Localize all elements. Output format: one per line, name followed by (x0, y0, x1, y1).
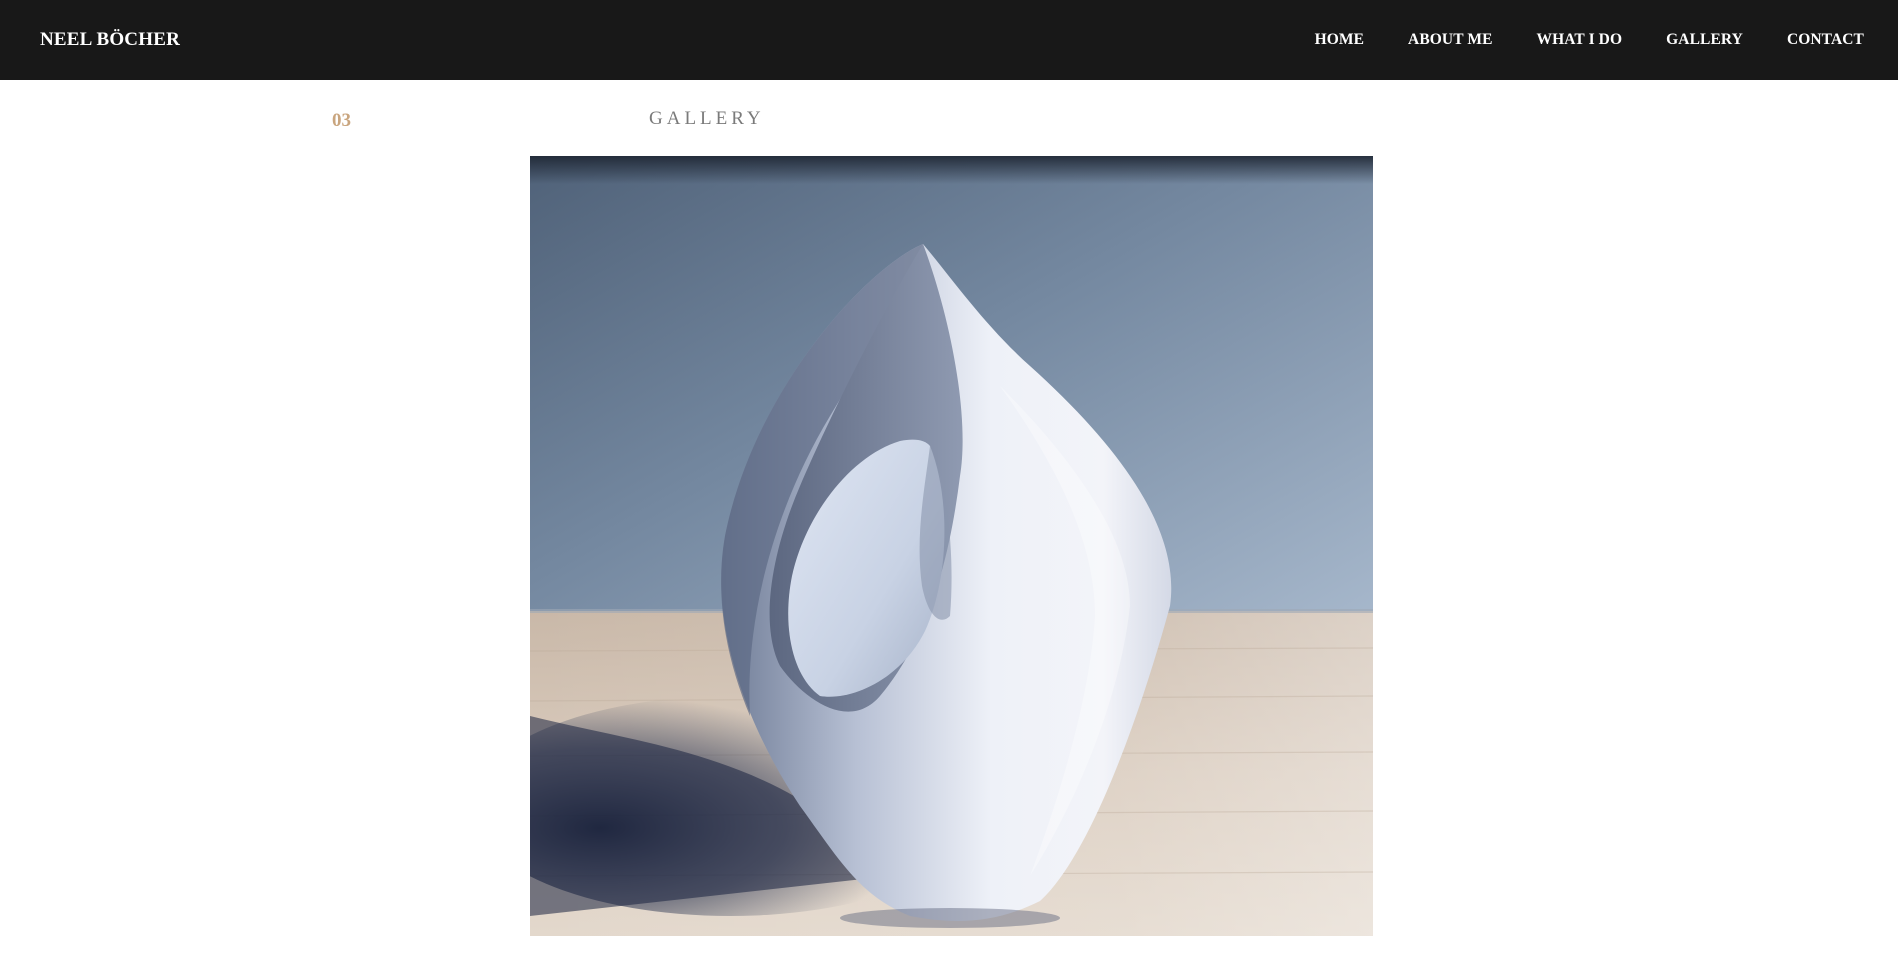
nav-item-gallery: GALLERY (1666, 31, 1743, 49)
nav-link-contact[interactable]: CONTACT (1787, 31, 1864, 48)
section-title: GALLERY (649, 108, 765, 129)
nav-item-home: HOME (1315, 31, 1364, 49)
sculpture-photo (530, 156, 1373, 936)
nav-item-about: ABOUT ME (1408, 31, 1492, 49)
nav-link-home[interactable]: HOME (1315, 31, 1364, 48)
nav-link-gallery[interactable]: GALLERY (1666, 31, 1743, 48)
nav-item-what-i-do: WHAT I DO (1537, 31, 1623, 49)
brand-logo[interactable]: NEEL BÖCHER (40, 0, 180, 80)
nav-link-about[interactable]: ABOUT ME (1408, 31, 1492, 48)
nav-item-contact: CONTACT (1787, 31, 1864, 49)
gallery-image-sculpture[interactable] (530, 156, 1373, 936)
top-navbar: NEEL BÖCHER HOME ABOUT ME WHAT I DO GALL… (0, 0, 1898, 80)
section-number: 03 (332, 110, 351, 131)
main-nav: HOME ABOUT ME WHAT I DO GALLERY CONTACT (1315, 0, 1864, 80)
nav-link-what-i-do[interactable]: WHAT I DO (1537, 31, 1623, 48)
